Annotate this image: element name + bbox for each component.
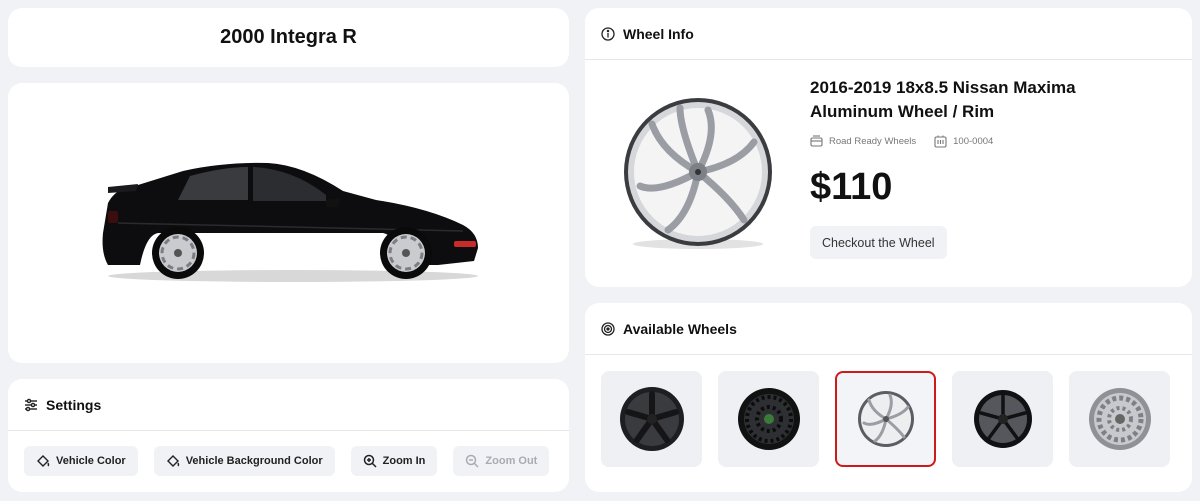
wheel-name: 2016-2019 18x8.5 Nissan Maxima Aluminum … — [810, 78, 1076, 121]
settings-header: Settings — [8, 379, 569, 431]
wheel-option-2[interactable] — [718, 371, 819, 467]
wheel-sku: 100-0004 — [953, 136, 994, 147]
settings-title: Settings — [46, 396, 102, 413]
wheel-info-panel: Wheel Info 2016-2019 18x8.5 Nissan Maxim… — [585, 8, 1192, 287]
vehicle-color-button[interactable]: Vehicle Color — [24, 446, 138, 476]
vehicle-background-color-label: Vehicle Background Color — [185, 455, 323, 467]
wheel-option-3[interactable] — [835, 371, 936, 467]
paint-bucket-icon — [37, 455, 50, 467]
wheel-price: $110 — [810, 166, 893, 208]
wheel-thumbnail — [973, 390, 1032, 448]
available-wheels-panel: Available Wheels — [585, 303, 1192, 492]
target-icon — [601, 321, 615, 336]
wheel-option-5[interactable] — [1069, 371, 1170, 467]
zoom-out-label: Zoom Out — [485, 455, 538, 467]
wheel-info-header: Wheel Info — [585, 8, 1192, 60]
info-icon — [601, 26, 615, 41]
available-wheels-title: Available Wheels — [623, 320, 737, 337]
wheel-option-1[interactable] — [601, 371, 702, 467]
car-image — [102, 162, 479, 282]
wheel-info-title: Wheel Info — [623, 25, 694, 42]
sliders-icon — [24, 398, 38, 412]
wheel-thumbnail — [1088, 388, 1151, 450]
zoom-in-label: Zoom In — [382, 455, 426, 467]
title-card: 2000 Integra R — [8, 8, 569, 67]
available-wheels-header: Available Wheels — [585, 303, 1192, 355]
wheel-thumbnail — [857, 391, 914, 447]
wheel-meta: Road Ready Wheels 100-0004 — [810, 135, 1005, 148]
checkout-wheel-button[interactable]: Checkout the Wheel — [810, 226, 947, 259]
vendor-name: Road Ready Wheels — [829, 136, 917, 147]
wheel-image — [624, 98, 772, 249]
zoom-out-button[interactable]: Zoom Out — [453, 446, 550, 476]
zoom-in-icon — [363, 454, 377, 468]
barcode-icon — [934, 135, 947, 148]
settings-panel: Settings Vehicle Color Vehicle Backgroun… — [8, 379, 569, 492]
paint-bucket-icon — [166, 455, 179, 467]
vehicle-preview — [8, 83, 569, 363]
vehicle-title: 2000 Integra R — [220, 26, 357, 48]
vehicle-background-color-button[interactable]: Vehicle Background Color — [153, 446, 335, 476]
wheel-thumbnail — [737, 388, 800, 450]
store-icon — [810, 135, 823, 147]
wheel-thumbnail — [619, 387, 684, 451]
vehicle-color-label: Vehicle Color — [56, 455, 126, 467]
wheel-option-4[interactable] — [952, 371, 1053, 467]
zoom-out-icon — [466, 454, 479, 468]
zoom-in-button[interactable]: Zoom In — [350, 446, 438, 476]
